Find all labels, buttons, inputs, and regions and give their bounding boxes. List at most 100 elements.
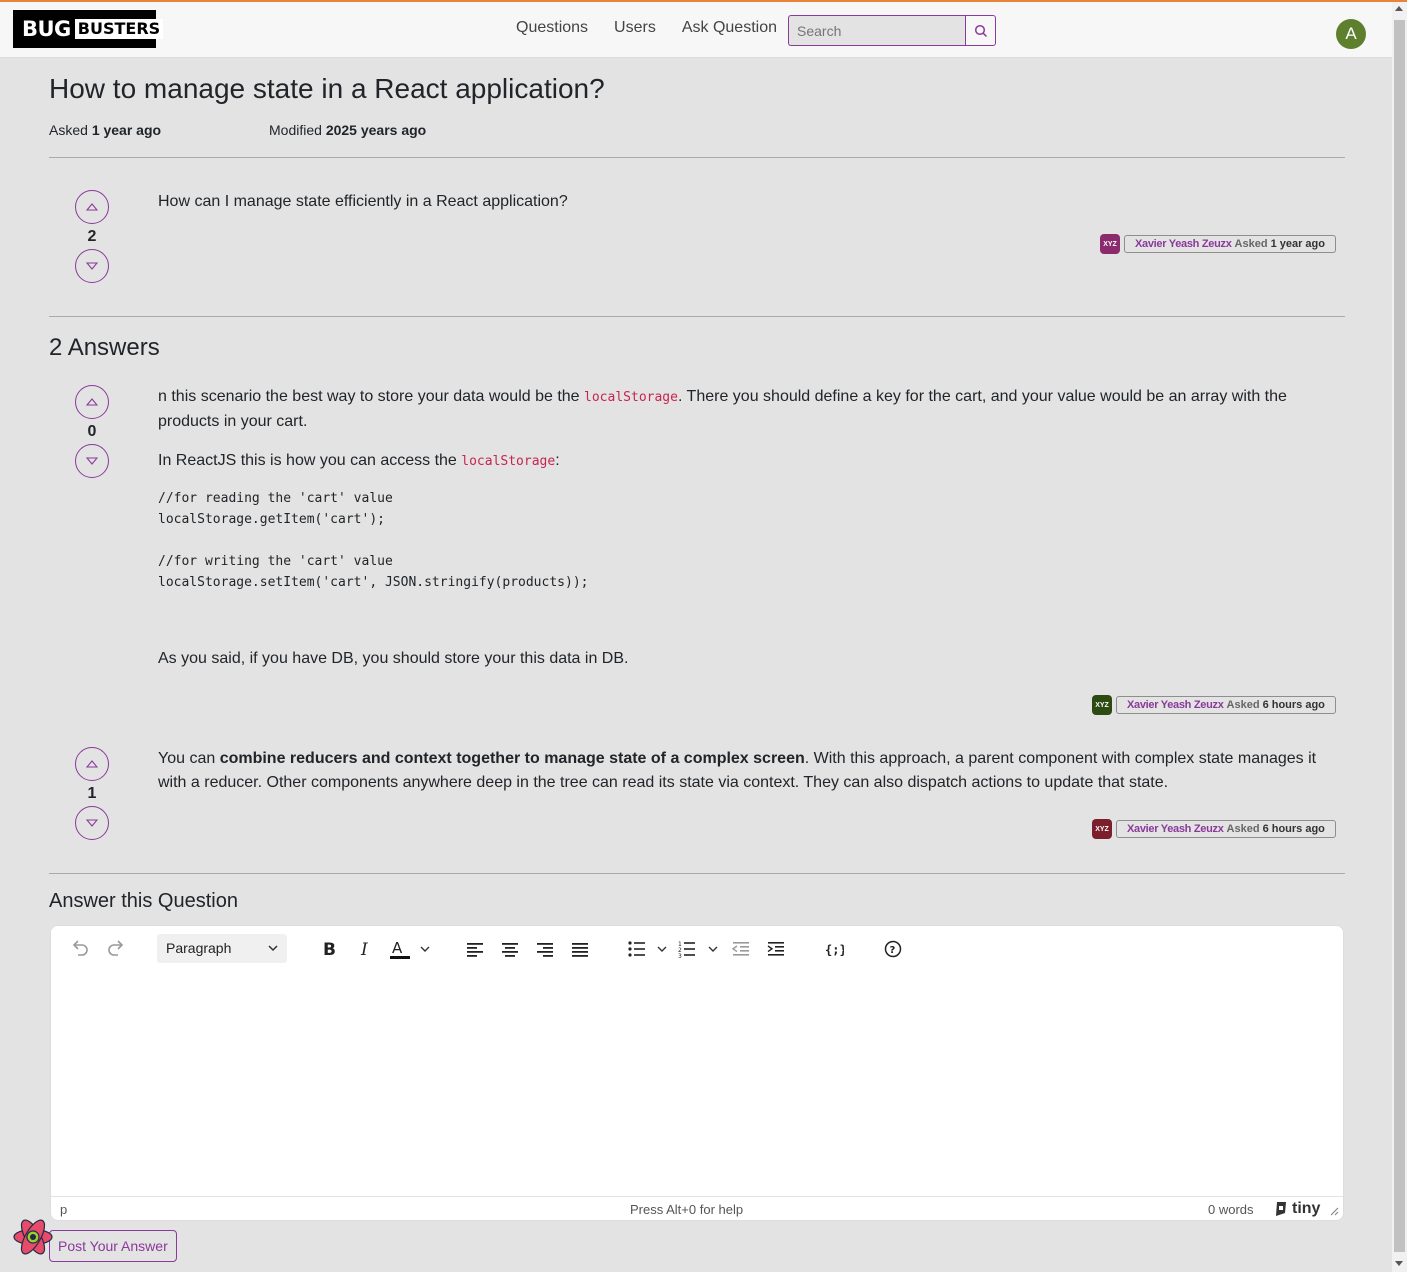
divider bbox=[49, 873, 1345, 874]
chevron-down-icon bbox=[267, 934, 279, 973]
search-button[interactable] bbox=[965, 15, 996, 46]
answer-paragraph: You can combine reducers and context tog… bbox=[158, 747, 1346, 795]
scrollbar-thumb[interactable] bbox=[1394, 20, 1405, 1252]
tiny-brand: tiny bbox=[1292, 1200, 1321, 1217]
align-justify-icon bbox=[572, 943, 588, 957]
user-avatar[interactable]: A bbox=[1336, 19, 1366, 49]
text-color-button[interactable]: A bbox=[388, 937, 432, 961]
italic-icon: I bbox=[360, 940, 368, 959]
word-count[interactable]: 0 words bbox=[1208, 1202, 1254, 1217]
editor-content-area[interactable] bbox=[51, 971, 1343, 1196]
upvote-button[interactable] bbox=[75, 190, 109, 224]
undo-icon bbox=[72, 940, 88, 956]
answer-text: n this scenario the best way to store yo… bbox=[158, 388, 585, 405]
modified-value: 2025 years ago bbox=[325, 122, 427, 138]
text-color-icon: A bbox=[390, 939, 430, 959]
scroll-down-icon[interactable] bbox=[1395, 1261, 1403, 1266]
vote-count: 2 bbox=[87, 228, 97, 245]
outdent-button[interactable] bbox=[730, 937, 752, 961]
svg-text:I: I bbox=[360, 940, 368, 959]
scrollbar[interactable] bbox=[1392, 2, 1407, 1272]
downvote-button[interactable] bbox=[75, 249, 109, 283]
author-name[interactable]: Xavier Yeash Zeuzx bbox=[1127, 697, 1224, 713]
author-pill[interactable]: Xavier Yeash Zeuzx Asked 1 year ago bbox=[1124, 235, 1336, 253]
author-name[interactable]: Xavier Yeash Zeuzx bbox=[1135, 236, 1232, 252]
redo-button[interactable] bbox=[105, 937, 127, 961]
svg-text:{;}: {;} bbox=[825, 943, 844, 957]
help-button[interactable]: ? bbox=[882, 937, 904, 961]
numbered-list-icon: 123 bbox=[678, 941, 718, 958]
redo-icon bbox=[108, 940, 124, 956]
inline-code: localStorage bbox=[584, 390, 678, 405]
author-time: 1 year ago bbox=[1270, 238, 1325, 250]
rich-text-editor: Paragraph B I A 123 {; ? p Press Alt+0 f… bbox=[50, 925, 1344, 1221]
answers-heading: 2 Answers bbox=[49, 334, 160, 361]
bold-icon: B bbox=[323, 940, 336, 959]
question-title: How to manage state in a React applicati… bbox=[49, 73, 605, 104]
answer-paragraph: n this scenario the best way to store yo… bbox=[158, 385, 1346, 434]
asked-label: Asked bbox=[49, 122, 88, 138]
author-avatar[interactable]: XYZ bbox=[1100, 234, 1120, 254]
answer-text: In ReactJS this is how you can access th… bbox=[158, 452, 462, 469]
upvote-button[interactable] bbox=[75, 385, 109, 419]
answer-paragraph: In ReactJS this is how you can access th… bbox=[158, 449, 1346, 474]
align-justify-button[interactable] bbox=[569, 937, 591, 961]
author-pill[interactable]: Xavier Yeash Zeuzx Asked 6 hours ago bbox=[1116, 696, 1336, 714]
nav-users-link[interactable]: Users bbox=[614, 19, 656, 37]
vote-count: 0 bbox=[87, 423, 97, 440]
author-avatar[interactable]: XYZ bbox=[1092, 819, 1112, 839]
author-avatar[interactable]: XYZ bbox=[1092, 695, 1112, 715]
divider bbox=[49, 157, 1345, 158]
scroll-up-icon[interactable] bbox=[1395, 6, 1403, 11]
logo-busters: BUSTERS bbox=[74, 19, 164, 39]
upvote-icon bbox=[86, 760, 98, 768]
numbered-list-button[interactable]: 123 bbox=[678, 937, 722, 961]
help-icon: ? bbox=[884, 940, 902, 958]
bullet-list-button[interactable] bbox=[627, 937, 671, 961]
question-author: XYZ Xavier Yeash Zeuzx Asked 1 year ago bbox=[1100, 234, 1336, 254]
search-input[interactable] bbox=[788, 15, 965, 46]
italic-button[interactable]: I bbox=[354, 937, 376, 961]
svg-text:B: B bbox=[323, 940, 336, 959]
block-format-select[interactable]: Paragraph bbox=[157, 934, 287, 963]
undo-button[interactable] bbox=[69, 937, 91, 961]
answer-vote: 0 bbox=[75, 385, 109, 478]
answer-text: : bbox=[555, 452, 560, 469]
block-format-value: Paragraph bbox=[166, 940, 232, 956]
svg-text:?: ? bbox=[890, 945, 896, 956]
upvote-button[interactable] bbox=[75, 747, 109, 781]
answer-text: You can bbox=[158, 750, 220, 767]
author-pill[interactable]: Xavier Yeash Zeuzx Asked 6 hours ago bbox=[1116, 820, 1336, 838]
react-icon[interactable] bbox=[12, 1216, 54, 1258]
align-right-icon bbox=[537, 943, 553, 957]
indent-button[interactable] bbox=[765, 937, 787, 961]
vote-count: 1 bbox=[87, 785, 97, 802]
asked-value: 1 year ago bbox=[91, 122, 162, 138]
nav-questions-link[interactable]: Questions bbox=[516, 19, 588, 37]
answer-vote: 1 bbox=[75, 747, 109, 840]
post-answer-button[interactable]: Post Your Answer bbox=[49, 1230, 177, 1262]
tiny-brand-link[interactable]: tiny bbox=[1273, 1200, 1320, 1218]
modified-label: Modified bbox=[269, 122, 322, 138]
answer-paragraph: As you said, if you have DB, you should … bbox=[158, 650, 629, 667]
bold-button[interactable]: B bbox=[318, 937, 340, 961]
align-left-button[interactable] bbox=[464, 937, 486, 961]
nav-ask-question-link[interactable]: Ask Question bbox=[682, 19, 777, 37]
downvote-icon bbox=[86, 819, 98, 827]
downvote-icon bbox=[86, 457, 98, 465]
author-asked-label: Asked bbox=[1226, 823, 1260, 835]
align-right-button[interactable] bbox=[534, 937, 556, 961]
code-sample-button[interactable]: {;} bbox=[823, 937, 845, 961]
question-vote: 2 bbox=[75, 190, 109, 283]
resize-handle-icon[interactable] bbox=[1329, 1204, 1339, 1219]
help-hint: Press Alt+0 for help bbox=[630, 1202, 744, 1217]
outdent-icon bbox=[732, 942, 749, 956]
downvote-button[interactable] bbox=[75, 806, 109, 840]
downvote-button[interactable] bbox=[75, 444, 109, 478]
logo[interactable]: BUG BUSTERS bbox=[13, 10, 164, 48]
author-name[interactable]: Xavier Yeash Zeuzx bbox=[1127, 821, 1224, 837]
element-path[interactable]: p bbox=[60, 1202, 67, 1217]
align-center-button[interactable] bbox=[499, 937, 521, 961]
navbar: BUG BUSTERS Questions Users Ask Question… bbox=[0, 2, 1392, 58]
inline-code: localStorage bbox=[461, 454, 556, 469]
